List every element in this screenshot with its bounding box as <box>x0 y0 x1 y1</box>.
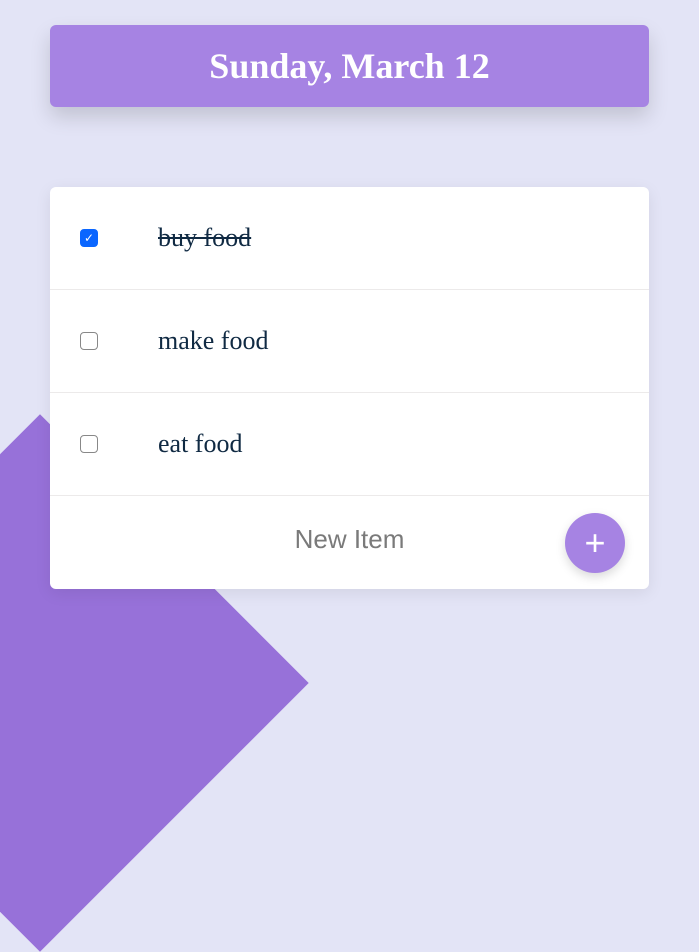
item-label: make food <box>158 326 268 356</box>
checkbox[interactable] <box>80 332 98 350</box>
add-button[interactable]: + <box>565 513 625 573</box>
new-item-row: + <box>50 496 649 589</box>
item-label: buy food <box>158 223 251 253</box>
checkbox[interactable]: ✓ <box>80 229 98 247</box>
list-item: ✓ buy food <box>50 187 649 290</box>
plus-icon: + <box>584 525 605 561</box>
checkbox[interactable] <box>80 435 98 453</box>
todo-card: ✓ buy food make food eat food + <box>50 187 649 589</box>
list-item: eat food <box>50 393 649 496</box>
check-icon: ✓ <box>84 232 94 244</box>
date-header: Sunday, March 12 <box>50 25 649 107</box>
item-label: eat food <box>158 429 242 459</box>
new-item-input[interactable] <box>200 524 500 555</box>
list-item: make food <box>50 290 649 393</box>
date-title: Sunday, March 12 <box>70 45 629 87</box>
